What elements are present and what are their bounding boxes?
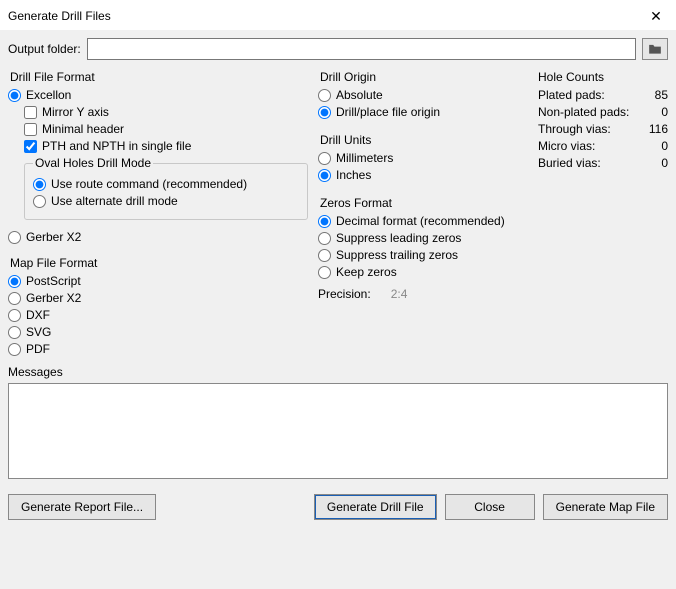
zeros-keep-radio[interactable]: Keep zeros — [318, 265, 528, 279]
button-row: Generate Report File... Generate Drill F… — [8, 494, 668, 520]
map-file-format-group: Map File Format PostScript Gerber X2 DXF… — [8, 256, 308, 356]
hc-through-vias-value: 116 — [649, 122, 668, 136]
oval-route-label: Use route command (recommended) — [51, 177, 247, 191]
generate-map-button[interactable]: Generate Map File — [543, 494, 668, 520]
precision-row: Precision: 2:4 — [318, 287, 528, 301]
titlebar: Generate Drill Files ✕ — [0, 0, 676, 30]
mirror-y-label: Mirror Y axis — [42, 105, 109, 119]
minimal-header-checkbox[interactable]: Minimal header — [24, 122, 308, 136]
output-folder-label: Output folder: — [8, 42, 81, 56]
messages-title: Messages — [8, 365, 668, 379]
map-svg-label: SVG — [26, 325, 51, 339]
origin-absolute-label: Absolute — [336, 88, 383, 102]
zeros-format-title: Zeros Format — [318, 196, 528, 210]
origin-file-radio[interactable]: Drill/place file origin — [318, 105, 528, 119]
window-title: Generate Drill Files — [8, 9, 111, 23]
map-dxf-radio[interactable]: DXF — [8, 308, 308, 322]
map-pdf-radio[interactable]: PDF — [8, 342, 308, 356]
messages-box[interactable] — [8, 383, 668, 479]
origin-absolute-radio[interactable]: Absolute — [318, 88, 528, 102]
hc-micro-vias-label: Micro vias: — [538, 139, 595, 153]
close-icon[interactable]: ✕ — [644, 6, 668, 26]
excellon-radio[interactable]: Excellon — [8, 88, 308, 102]
gerber-x2-label: Gerber X2 — [26, 230, 81, 244]
hc-buried-vias: Buried vias: 0 — [538, 156, 668, 170]
drill-origin-title: Drill Origin — [318, 70, 528, 84]
hc-plated-pads: Plated pads: 85 — [538, 88, 668, 102]
zeros-leading-label: Suppress leading zeros — [336, 231, 461, 245]
map-dxf-label: DXF — [26, 308, 50, 322]
oval-route-radio[interactable]: Use route command (recommended) — [33, 177, 299, 191]
hc-nonplated-pads: Non-plated pads: 0 — [538, 105, 668, 119]
precision-label: Precision: — [318, 287, 371, 301]
origin-file-label: Drill/place file origin — [336, 105, 440, 119]
oval-alternate-radio[interactable]: Use alternate drill mode — [33, 194, 299, 208]
hc-nonplated-pads-label: Non-plated pads: — [538, 105, 629, 119]
zeros-trailing-label: Suppress trailing zeros — [336, 248, 458, 262]
precision-value: 2:4 — [391, 287, 408, 301]
generate-drill-button[interactable]: Generate Drill File — [314, 494, 437, 520]
mirror-y-checkbox[interactable]: Mirror Y axis — [24, 105, 308, 119]
hc-nonplated-pads-value: 0 — [661, 105, 668, 119]
units-in-label: Inches — [336, 168, 371, 182]
hc-buried-vias-label: Buried vias: — [538, 156, 601, 170]
output-folder-input[interactable] — [87, 38, 636, 60]
drill-units-group: Drill Units Millimeters Inches — [318, 133, 528, 182]
map-postscript-label: PostScript — [26, 274, 81, 288]
units-mm-label: Millimeters — [336, 151, 393, 165]
zeros-trailing-radio[interactable]: Suppress trailing zeros — [318, 248, 528, 262]
zeros-keep-label: Keep zeros — [336, 265, 397, 279]
hole-counts-group: Hole Counts Plated pads: 85 Non-plated p… — [538, 70, 668, 170]
map-postscript-radio[interactable]: PostScript — [8, 274, 308, 288]
oval-holes-group: Oval Holes Drill Mode Use route command … — [24, 156, 308, 220]
map-file-format-title: Map File Format — [8, 256, 308, 270]
hc-micro-vias-value: 0 — [661, 139, 668, 153]
hc-through-vias-label: Through vias: — [538, 122, 611, 136]
messages-area: Messages — [8, 365, 668, 482]
map-gerberx2-label: Gerber X2 — [26, 291, 81, 305]
drill-units-title: Drill Units — [318, 133, 528, 147]
folder-icon — [648, 43, 662, 55]
output-folder-row: Output folder: — [8, 38, 668, 60]
drill-file-format-group: Drill File Format Excellon Mirror Y axis… — [8, 70, 308, 244]
excellon-label: Excellon — [26, 88, 71, 102]
generate-report-button[interactable]: Generate Report File... — [8, 494, 156, 520]
map-gerberx2-radio[interactable]: Gerber X2 — [8, 291, 308, 305]
zeros-decimal-radio[interactable]: Decimal format (recommended) — [318, 214, 528, 228]
zeros-leading-radio[interactable]: Suppress leading zeros — [318, 231, 528, 245]
minimal-header-label: Minimal header — [42, 122, 124, 136]
units-mm-radio[interactable]: Millimeters — [318, 151, 528, 165]
hc-plated-pads-value: 85 — [655, 88, 668, 102]
map-pdf-label: PDF — [26, 342, 50, 356]
drill-file-format-title: Drill File Format — [8, 70, 308, 84]
hc-micro-vias: Micro vias: 0 — [538, 139, 668, 153]
dialog-body: Output folder: Drill File Format Excello… — [0, 30, 676, 528]
pth-npth-single-checkbox[interactable]: PTH and NPTH in single file — [24, 139, 308, 153]
units-in-radio[interactable]: Inches — [318, 168, 528, 182]
zeros-decimal-label: Decimal format (recommended) — [336, 214, 505, 228]
pth-npth-single-label: PTH and NPTH in single file — [42, 139, 191, 153]
zeros-format-group: Zeros Format Decimal format (recommended… — [318, 196, 528, 279]
browse-folder-button[interactable] — [642, 38, 668, 60]
drill-origin-group: Drill Origin Absolute Drill/place file o… — [318, 70, 528, 119]
hole-counts-title: Hole Counts — [538, 70, 668, 84]
hc-plated-pads-label: Plated pads: — [538, 88, 605, 102]
close-button[interactable]: Close — [445, 494, 535, 520]
gerber-x2-radio[interactable]: Gerber X2 — [8, 230, 308, 244]
hc-through-vias: Through vias: 116 — [538, 122, 668, 136]
map-svg-radio[interactable]: SVG — [8, 325, 308, 339]
hc-buried-vias-value: 0 — [661, 156, 668, 170]
oval-holes-title: Oval Holes Drill Mode — [33, 156, 153, 170]
oval-alternate-label: Use alternate drill mode — [51, 194, 178, 208]
